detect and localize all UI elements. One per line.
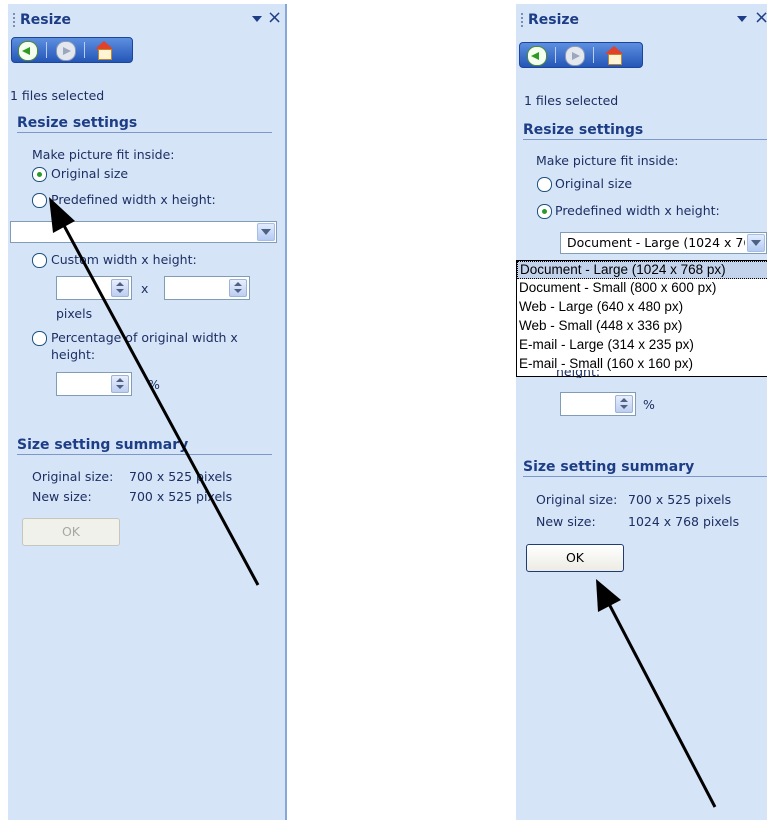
- arrow-to-predefined-radio: [59, 219, 260, 586]
- arrowhead-icon: [49, 197, 75, 233]
- annotation-arrows: [49, 197, 717, 808]
- arrow-to-ok-button: [605, 599, 717, 808]
- arrowhead-icon: [596, 579, 621, 612]
